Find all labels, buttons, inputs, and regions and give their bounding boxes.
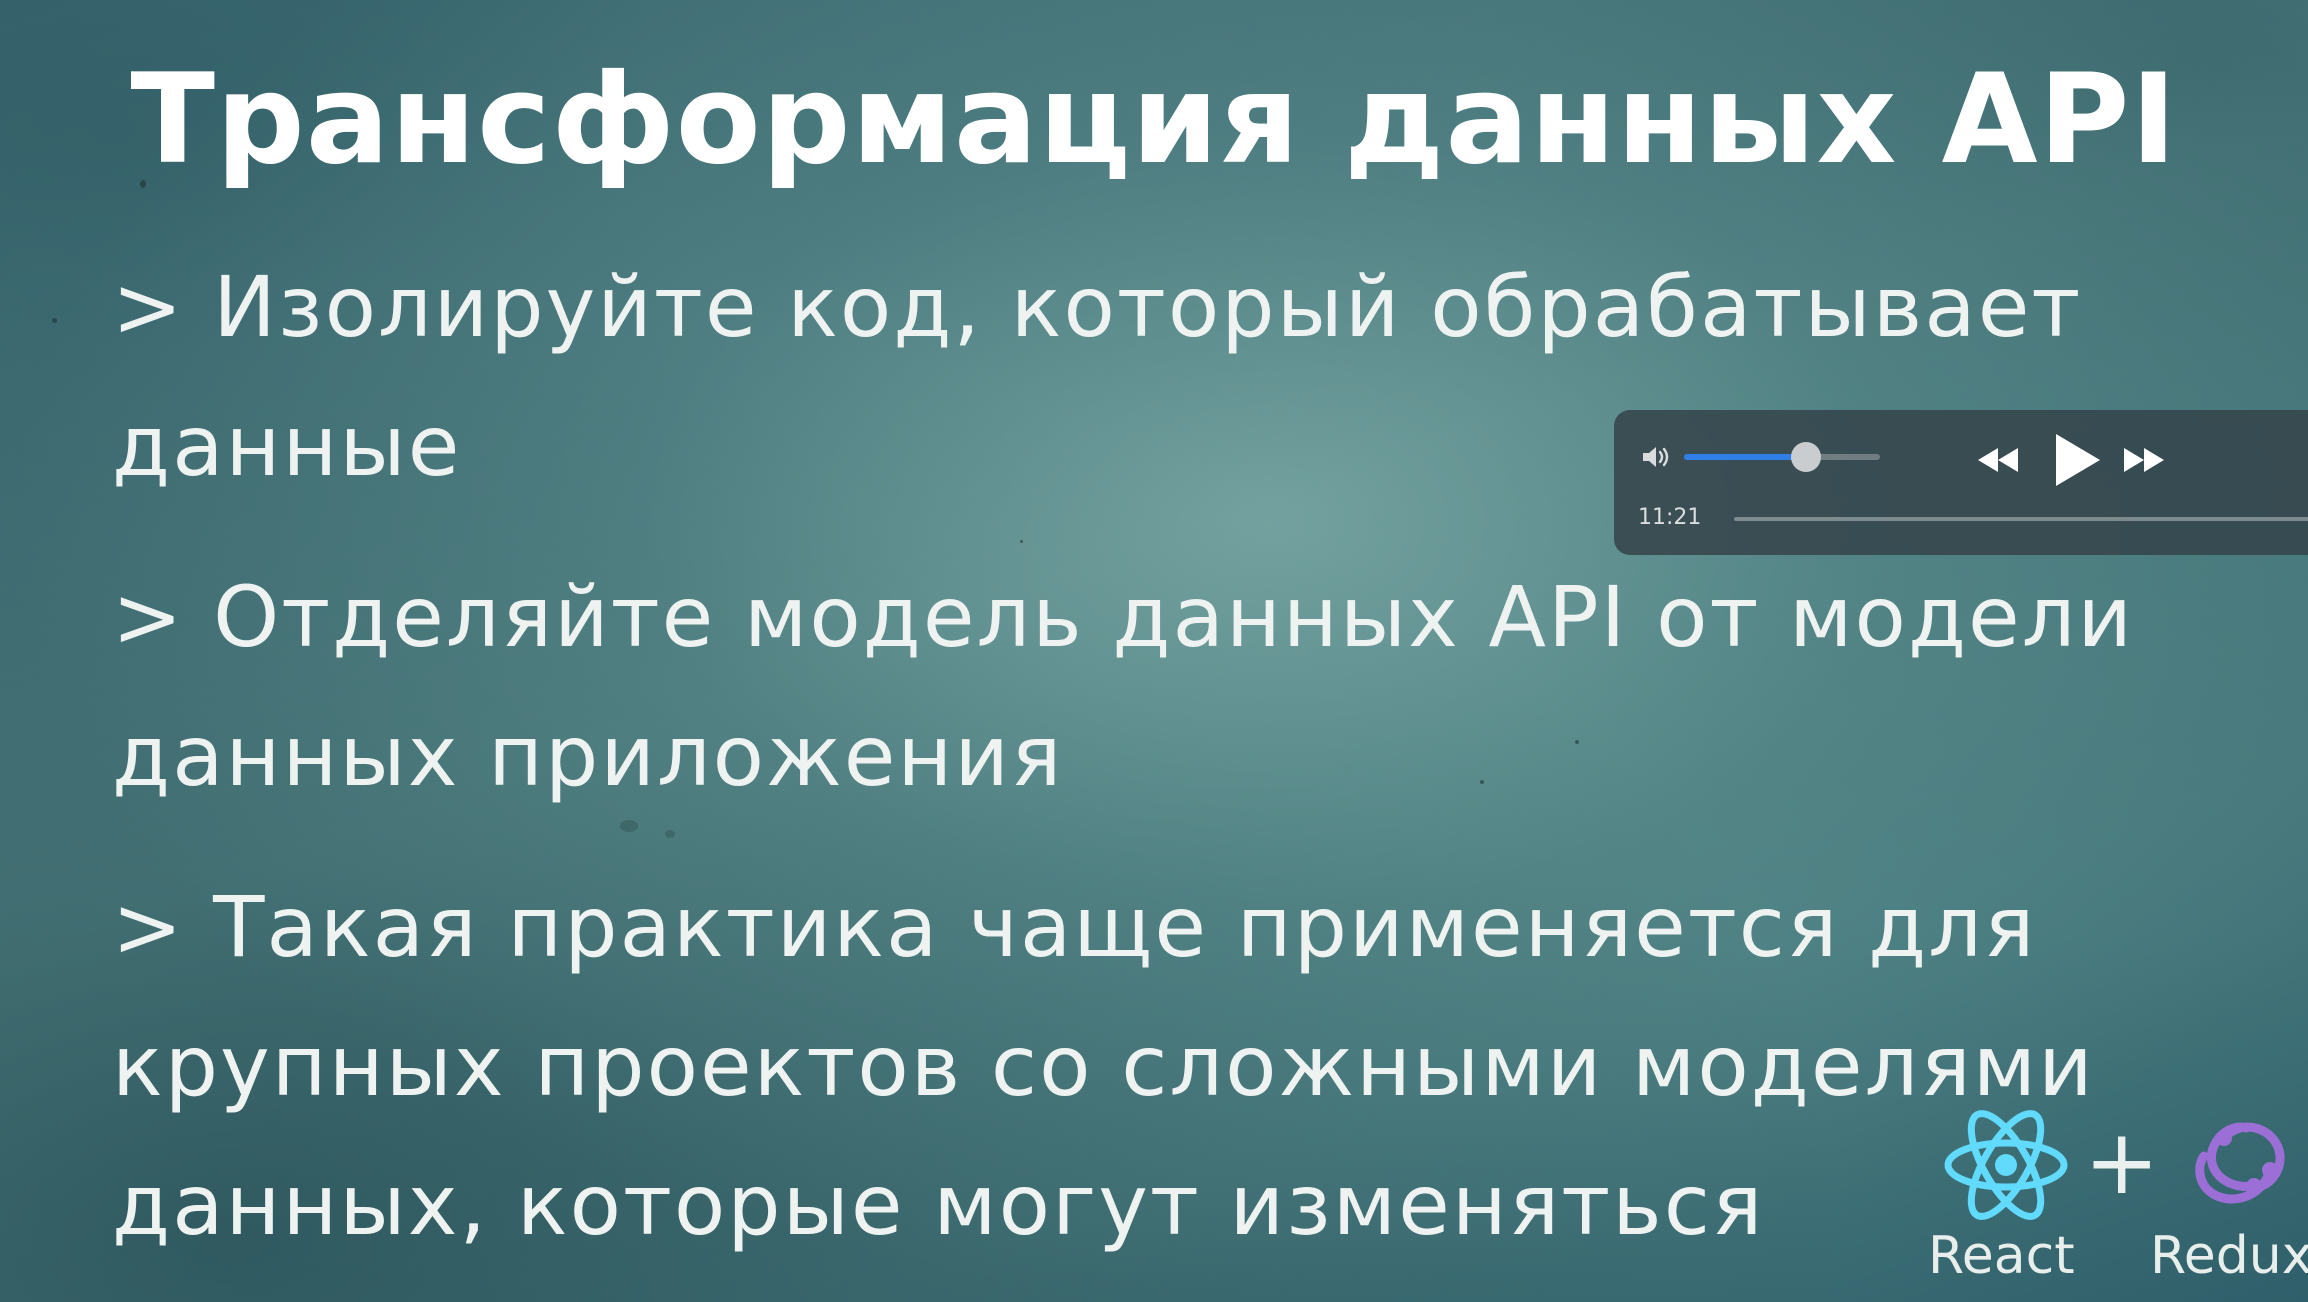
- fast-forward-icon[interactable]: [2122, 430, 2168, 490]
- play-icon[interactable]: [2044, 430, 2106, 490]
- plus-sign: +: [2084, 1110, 2160, 1215]
- volume-slider-handle[interactable]: [1790, 442, 1821, 472]
- rewind-icon[interactable]: [1974, 430, 2020, 490]
- volume-icon[interactable]: [1640, 443, 1672, 471]
- media-player: 11:21: [1614, 410, 2308, 555]
- playback-time: 11:21: [1638, 505, 1702, 530]
- react-label: React: [1928, 1226, 2075, 1286]
- volume-slider-fill: [1684, 454, 1806, 460]
- slide-title: Трансформация данных API: [130, 48, 2178, 192]
- slide: Трансформация данных API > Изолируйте ко…: [0, 0, 2308, 1302]
- volume-slider[interactable]: [1684, 442, 1880, 472]
- redux-logo-icon: [2195, 1122, 2285, 1204]
- bullet-item: > Отделяйте модель данных API от модели …: [112, 568, 2134, 805]
- texture-speck: [52, 318, 57, 323]
- redux-label: Redux: [2150, 1226, 2308, 1286]
- react-logo-icon: [1944, 1110, 2068, 1220]
- bullet-item: > Такая практика чаще применяется для кр…: [112, 878, 2095, 1254]
- playback-progress-bar[interactable]: [1734, 517, 2308, 521]
- slide-body: > Изолируйте код, который обрабатывает д…: [112, 238, 2172, 1302]
